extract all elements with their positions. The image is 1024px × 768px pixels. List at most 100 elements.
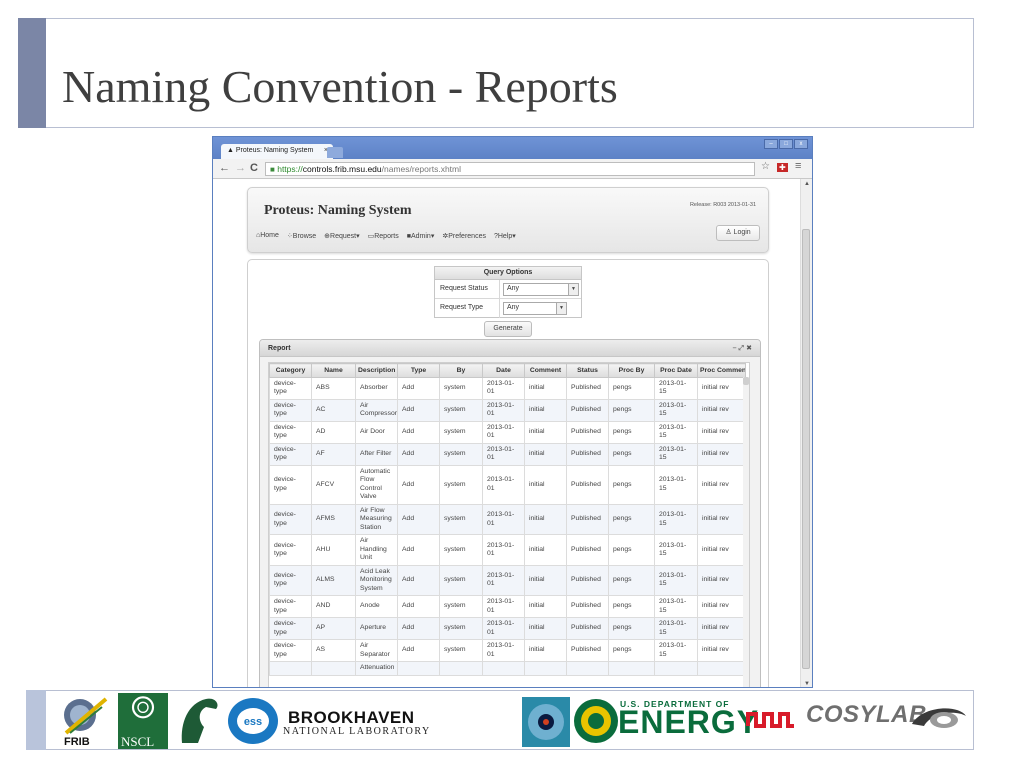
table-scrollbar[interactable]: [743, 377, 749, 687]
table-cell: 2013-01-15: [654, 464, 698, 505]
menu-icon[interactable]: ≡: [795, 160, 801, 172]
query-options-panel: Query Options Request Status Any ▼ Reque…: [434, 266, 582, 318]
column-header[interactable]: Description: [355, 363, 398, 378]
menu-reports-label: Reports: [374, 233, 399, 240]
reload-icon[interactable]: C: [250, 162, 258, 174]
maximize-button[interactable]: □: [779, 139, 793, 149]
row-separator: [499, 280, 500, 298]
new-tab-button[interactable]: [327, 147, 343, 158]
table-cell: 2013-01-15: [654, 617, 698, 641]
scroll-up-icon[interactable]: ▲: [804, 181, 810, 187]
extension-icon[interactable]: ✚: [777, 163, 788, 172]
login-button[interactable]: ♙ Login: [716, 225, 760, 241]
forward-arrow-icon[interactable]: →: [235, 162, 246, 174]
table-cell: system: [439, 398, 483, 422]
table-cell: system: [439, 595, 483, 619]
menu-help[interactable]: ? Help ▾: [494, 232, 516, 240]
maximize-icon[interactable]: ⤢: [739, 345, 747, 352]
chevron-down-icon: ▾: [512, 233, 516, 240]
menu-browse[interactable]: ⁘ Browse: [287, 232, 316, 240]
report-table-container: Category Name Description Type By Date Comment…: [268, 362, 750, 687]
table-cell: initial: [524, 420, 567, 444]
menu-admin[interactable]: ■ Admin ▾: [407, 232, 435, 240]
table-row[interactable]: device-type AS Air Separator Add system 2013-…: [269, 639, 746, 663]
page-scrollbar[interactable]: ▲ ▼: [800, 179, 812, 687]
column-header[interactable]: Proc Date: [654, 363, 698, 378]
table-row[interactable]: device-type AP Aperture Add system 2013-01-01…: [269, 617, 746, 641]
table-cell: Absorber: [355, 377, 398, 400]
tab-title: Proteus: Naming System: [235, 147, 314, 154]
table-cell: system: [439, 534, 483, 566]
menu-home-label: Home: [260, 232, 279, 239]
table-cell: AF: [311, 442, 356, 466]
table-cell: Add: [397, 564, 440, 597]
menu-home[interactable]: ⌂Home: [256, 232, 279, 240]
slide-title: Naming Convention - Reports: [62, 61, 618, 112]
table-cell: Add: [397, 595, 440, 619]
table-row[interactable]: device-type AFCV Automatic Flow Control Va…: [269, 464, 746, 505]
request-type-select[interactable]: Any ▼: [503, 302, 567, 315]
table-cell: pengs: [608, 420, 655, 444]
table-row[interactable]: device-type AF After Filter Add system 2013-0…: [269, 442, 746, 466]
close-icon[interactable]: ✖: [746, 345, 754, 352]
table-cell: initial: [524, 595, 567, 619]
request-status-select[interactable]: Any ▼: [503, 283, 579, 296]
table-cell: 2013-01-01: [482, 564, 525, 597]
bookmark-star-icon[interactable]: ☆: [761, 161, 770, 172]
column-header[interactable]: By: [439, 363, 483, 378]
table-cell: [524, 661, 567, 676]
close-window-button[interactable]: x: [794, 139, 808, 149]
table-cell: [697, 661, 746, 676]
page-scrollbar-thumb[interactable]: [802, 229, 810, 669]
table-row[interactable]: device-type AD Air Door Add system 2013-01-01…: [269, 420, 746, 444]
report-table: Category Name Description Type By Date Comment…: [269, 363, 746, 676]
table-cell: initial: [524, 377, 567, 400]
table-cell: initial rev: [697, 503, 746, 536]
column-header[interactable]: Name: [311, 363, 356, 378]
swirl-logo: [912, 708, 966, 728]
table-row[interactable]: device-type ALMS Acid Leak Monitoring Syst…: [269, 564, 746, 597]
table-cell: system: [439, 617, 483, 641]
column-header[interactable]: Type: [397, 363, 440, 378]
column-header[interactable]: Proc Comment: [697, 363, 746, 378]
column-header[interactable]: Proc By: [608, 363, 655, 378]
table-cell: Published: [566, 564, 609, 597]
column-header[interactable]: Comment: [524, 363, 567, 378]
table-cell: AS: [311, 639, 356, 663]
generate-button[interactable]: Generate: [484, 321, 532, 337]
table-cell: [482, 661, 525, 676]
url-host: controls.frib.msu.edu: [302, 164, 382, 174]
address-bar[interactable]: ■ https://controls.frib.msu.edu/names/re…: [265, 162, 755, 176]
table-cell: 2013-01-15: [654, 639, 698, 663]
url-path: /names/reports.xhtml: [381, 164, 462, 174]
browser-tab[interactable]: ▲ Proteus: Naming System ×: [221, 144, 333, 159]
table-cell: initial: [524, 398, 567, 422]
menu-reports[interactable]: ▭ Reports: [368, 232, 399, 240]
browser-titlebar: ▲ Proteus: Naming System × – □ x: [213, 137, 812, 159]
back-arrow-icon[interactable]: ←: [219, 162, 230, 174]
table-cell: Attenuation: [355, 661, 398, 676]
table-cell: device-type: [269, 503, 312, 536]
table-row[interactable]: device-type AFMS Air Flow Measuring Statio…: [269, 503, 746, 536]
table-row[interactable]: Attenuation: [269, 661, 746, 676]
table-scrollbar-thumb[interactable]: [743, 377, 749, 385]
menu-preferences[interactable]: ✲ Preferences: [442, 232, 486, 240]
column-header[interactable]: Status: [566, 363, 609, 378]
minimize-button[interactable]: –: [764, 139, 778, 149]
scroll-down-icon[interactable]: ▼: [804, 681, 810, 687]
table-row[interactable]: device-type ABS Absorber Add system 2013-01-0…: [269, 377, 746, 400]
column-header[interactable]: Category: [269, 363, 312, 378]
table-cell: 2013-01-15: [654, 442, 698, 466]
table-cell: pengs: [608, 442, 655, 466]
table-cell: Published: [566, 534, 609, 566]
menu-request[interactable]: ⊕Request ▾: [324, 232, 359, 240]
table-cell: Add: [397, 639, 440, 663]
table-row[interactable]: device-type AND Anode Add system 2013-01-01 in…: [269, 595, 746, 619]
table-header-row: Category Name Description Type By Date Comment…: [269, 363, 746, 378]
row-separator: [499, 299, 500, 318]
table-row[interactable]: device-type AHU Air Handling Unit Add system…: [269, 534, 746, 566]
table-cell: initial: [524, 564, 567, 597]
column-header[interactable]: Date: [482, 363, 525, 378]
table-cell: Published: [566, 503, 609, 536]
table-row[interactable]: device-type AC Air Compressor Add system 2013…: [269, 398, 746, 422]
